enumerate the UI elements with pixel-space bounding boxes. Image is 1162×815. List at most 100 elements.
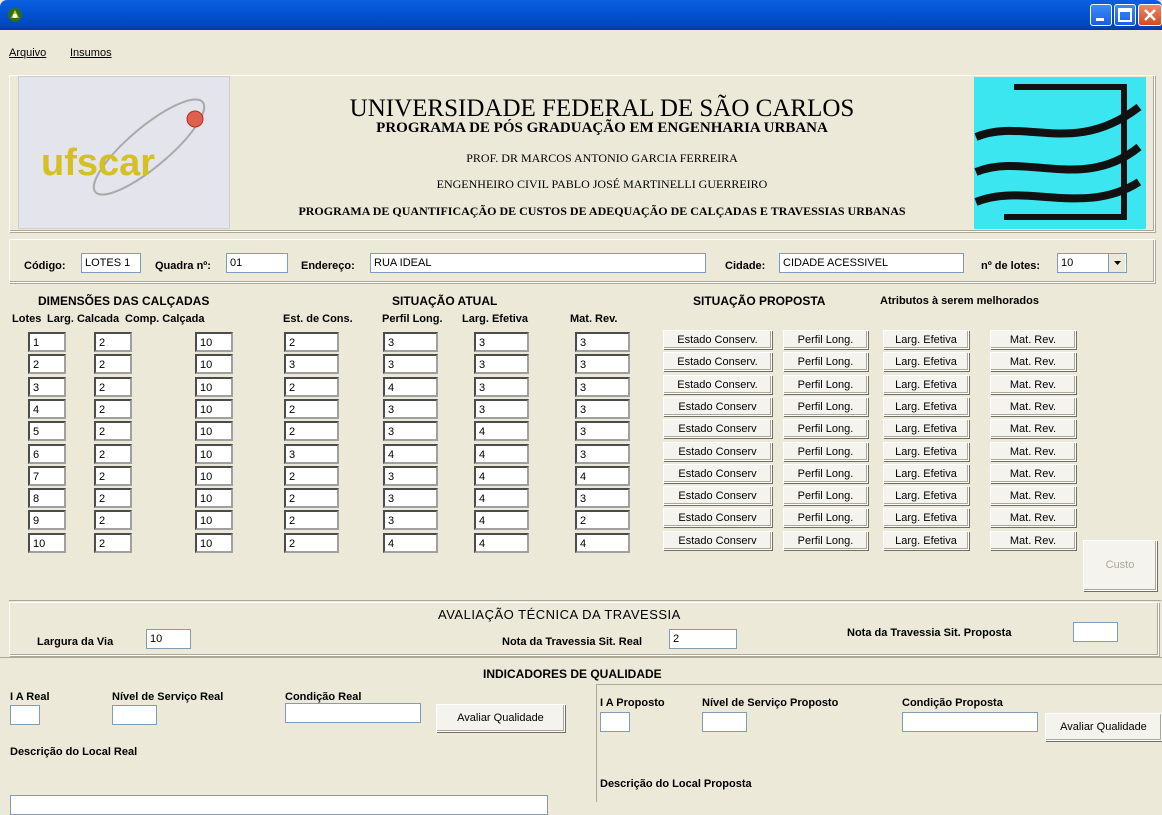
larg-efetiva-button[interactable]: Larg. Efetiva bbox=[883, 330, 969, 349]
perfil-long-button[interactable]: Perfil Long. bbox=[783, 419, 868, 438]
mat-rev-input[interactable]: 2 bbox=[575, 510, 630, 530]
perfil-long-input[interactable]: 3 bbox=[383, 421, 438, 441]
mat-rev-input[interactable]: 3 bbox=[575, 421, 630, 441]
est-cons-input[interactable]: 2 bbox=[284, 332, 339, 352]
nota-real-input[interactable]: 2 bbox=[669, 629, 737, 649]
comp-calcada-input[interactable]: 10 bbox=[195, 466, 233, 486]
larg-efetiva-button[interactable]: Larg. Efetiva bbox=[883, 508, 969, 527]
avaliar-qualidade-real-button[interactable]: Avaliar Qualidade bbox=[436, 704, 565, 732]
perfil-long-input[interactable]: 4 bbox=[383, 444, 438, 464]
codigo-input[interactable]: LOTES 1 bbox=[81, 253, 141, 273]
mat-rev-input[interactable]: 3 bbox=[575, 488, 630, 508]
perfil-long-button[interactable]: Perfil Long. bbox=[783, 442, 868, 461]
lote-input[interactable]: 1 bbox=[28, 332, 66, 352]
comp-calcada-input[interactable]: 10 bbox=[195, 421, 233, 441]
comp-calcada-input[interactable]: 10 bbox=[195, 354, 233, 374]
minimize-icon[interactable] bbox=[1090, 4, 1112, 26]
perfil-long-button[interactable]: Perfil Long. bbox=[783, 486, 868, 505]
larg-efetiva-input[interactable]: 3 bbox=[474, 354, 529, 374]
mat-rev-button[interactable]: Mat. Rev. bbox=[990, 375, 1076, 394]
larg-efetiva-input[interactable]: 4 bbox=[474, 421, 529, 441]
lote-input[interactable]: 9 bbox=[28, 510, 66, 530]
comp-calcada-input[interactable]: 10 bbox=[195, 377, 233, 397]
perfil-long-input[interactable]: 3 bbox=[383, 399, 438, 419]
larg-efetiva-input[interactable]: 4 bbox=[474, 466, 529, 486]
est-cons-input[interactable]: 2 bbox=[284, 466, 339, 486]
larg-efetiva-button[interactable]: Larg. Efetiva bbox=[883, 419, 969, 438]
mat-rev-input[interactable]: 4 bbox=[575, 466, 630, 486]
perfil-long-button[interactable]: Perfil Long. bbox=[783, 352, 868, 371]
ia-proposto-input[interactable] bbox=[600, 712, 630, 732]
larg-efetiva-input[interactable]: 3 bbox=[474, 332, 529, 352]
comp-calcada-input[interactable]: 10 bbox=[195, 533, 233, 553]
perfil-long-input[interactable]: 4 bbox=[383, 377, 438, 397]
est-cons-input[interactable]: 2 bbox=[284, 510, 339, 530]
estado-conserv-button[interactable]: Estado Conserv. bbox=[663, 375, 772, 394]
est-cons-input[interactable]: 2 bbox=[284, 421, 339, 441]
comp-calcada-input[interactable]: 10 bbox=[195, 488, 233, 508]
lote-input[interactable]: 8 bbox=[28, 488, 66, 508]
perfil-long-input[interactable]: 3 bbox=[383, 354, 438, 374]
perfil-long-button[interactable]: Perfil Long. bbox=[783, 464, 868, 483]
mat-rev-input[interactable]: 3 bbox=[575, 377, 630, 397]
mat-rev-button[interactable]: Mat. Rev. bbox=[990, 531, 1076, 550]
lote-input[interactable]: 6 bbox=[28, 444, 66, 464]
larg-efetiva-button[interactable]: Larg. Efetiva bbox=[883, 375, 969, 394]
comp-calcada-input[interactable]: 10 bbox=[195, 510, 233, 530]
larg-efetiva-input[interactable]: 4 bbox=[474, 444, 529, 464]
custo-button[interactable]: Custo bbox=[1083, 540, 1157, 591]
close-icon[interactable] bbox=[1138, 4, 1162, 26]
quadra-input[interactable]: 01 bbox=[226, 253, 288, 273]
lote-input[interactable]: 10 bbox=[28, 533, 66, 553]
nivel-real-input[interactable] bbox=[112, 705, 157, 725]
mat-rev-button[interactable]: Mat. Rev. bbox=[990, 330, 1076, 349]
estado-conserv-button[interactable]: Estado Conserv bbox=[663, 508, 772, 527]
nivel-proposto-input[interactable] bbox=[702, 712, 747, 732]
larg-efetiva-input[interactable]: 3 bbox=[474, 377, 529, 397]
perfil-long-button[interactable]: Perfil Long. bbox=[783, 531, 868, 550]
estado-conserv-button[interactable]: Estado Conserv. bbox=[663, 330, 772, 349]
larg-calcada-input[interactable]: 2 bbox=[94, 421, 132, 441]
perfil-long-input[interactable]: 3 bbox=[383, 510, 438, 530]
est-cons-input[interactable]: 3 bbox=[284, 444, 339, 464]
larg-calcada-input[interactable]: 2 bbox=[94, 399, 132, 419]
lote-input[interactable]: 2 bbox=[28, 354, 66, 374]
larg-efetiva-input[interactable]: 4 bbox=[474, 488, 529, 508]
estado-conserv-button[interactable]: Estado Conserv bbox=[663, 531, 772, 550]
lote-input[interactable]: 5 bbox=[28, 421, 66, 441]
mat-rev-button[interactable]: Mat. Rev. bbox=[990, 352, 1076, 371]
ia-real-input[interactable] bbox=[10, 705, 40, 725]
larg-efetiva-input[interactable]: 4 bbox=[474, 533, 529, 553]
estado-conserv-button[interactable]: Estado Conserv bbox=[663, 419, 772, 438]
condicao-proposta-input[interactable] bbox=[902, 712, 1038, 732]
perfil-long-button[interactable]: Perfil Long. bbox=[783, 375, 868, 394]
larg-efetiva-input[interactable]: 4 bbox=[474, 510, 529, 530]
est-cons-input[interactable]: 2 bbox=[284, 377, 339, 397]
larg-calcada-input[interactable]: 2 bbox=[94, 444, 132, 464]
comp-calcada-input[interactable]: 10 bbox=[195, 444, 233, 464]
larg-calcada-input[interactable]: 2 bbox=[94, 533, 132, 553]
larg-calcada-input[interactable]: 2 bbox=[94, 488, 132, 508]
nota-proposta-input[interactable] bbox=[1073, 622, 1118, 642]
estado-conserv-button[interactable]: Estado Conserv bbox=[663, 464, 772, 483]
condicao-real-input[interactable] bbox=[285, 703, 421, 723]
perfil-long-button[interactable]: Perfil Long. bbox=[783, 397, 868, 416]
estado-conserv-button[interactable]: Estado Conserv bbox=[663, 442, 772, 461]
larg-efetiva-button[interactable]: Larg. Efetiva bbox=[883, 464, 969, 483]
menu-arquivo[interactable]: Arquivo bbox=[9, 47, 46, 59]
comp-calcada-input[interactable]: 10 bbox=[195, 399, 233, 419]
larg-efetiva-button[interactable]: Larg. Efetiva bbox=[883, 352, 969, 371]
larg-efetiva-button[interactable]: Larg. Efetiva bbox=[883, 397, 969, 416]
estado-conserv-button[interactable]: Estado Conserv bbox=[663, 397, 772, 416]
perfil-long-input[interactable]: 3 bbox=[383, 466, 438, 486]
perfil-long-input[interactable]: 3 bbox=[383, 488, 438, 508]
est-cons-input[interactable]: 3 bbox=[284, 354, 339, 374]
mat-rev-button[interactable]: Mat. Rev. bbox=[990, 442, 1076, 461]
mat-rev-button[interactable]: Mat. Rev. bbox=[990, 419, 1076, 438]
mat-rev-input[interactable]: 3 bbox=[575, 399, 630, 419]
maximize-icon[interactable] bbox=[1114, 4, 1136, 26]
larg-calcada-input[interactable]: 2 bbox=[94, 466, 132, 486]
mat-rev-input[interactable]: 3 bbox=[575, 444, 630, 464]
larg-calcada-input[interactable]: 2 bbox=[94, 354, 132, 374]
comp-calcada-input[interactable]: 10 bbox=[195, 332, 233, 352]
